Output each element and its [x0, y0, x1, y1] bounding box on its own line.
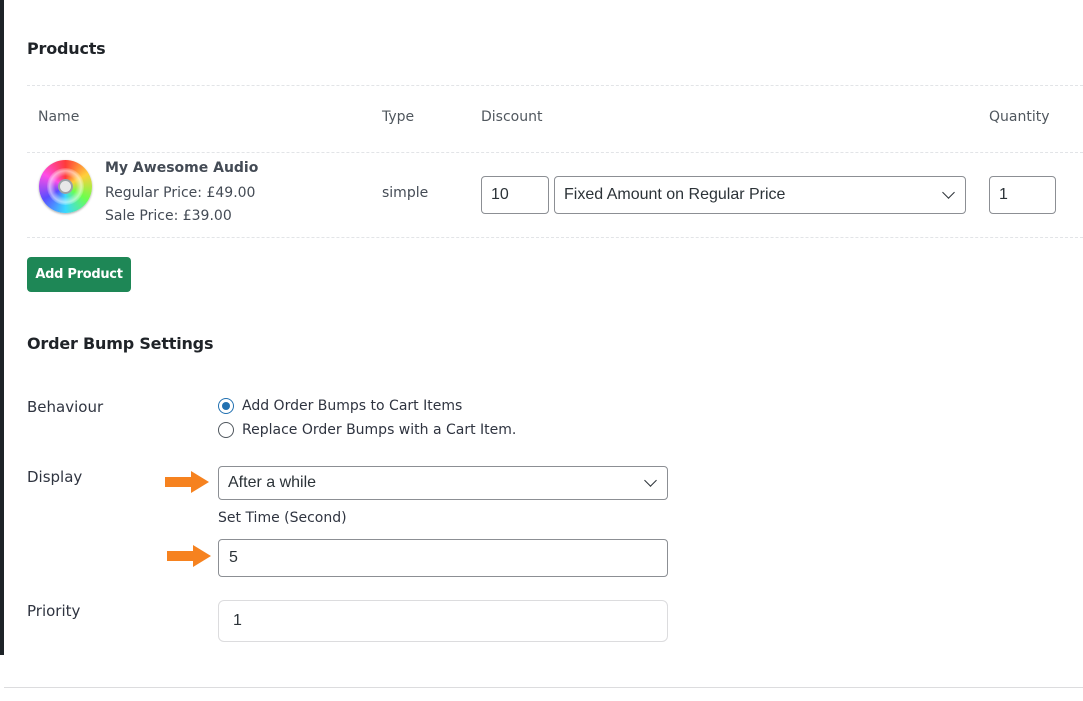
behaviour-label: Behaviour	[27, 398, 104, 416]
discount-type-value: Fixed Amount on Regular Price	[564, 186, 786, 203]
header-divider	[27, 152, 1083, 153]
arrow-right-icon	[165, 471, 209, 493]
product-name: My Awesome Audio	[105, 160, 259, 176]
table-top-divider	[27, 85, 1083, 86]
discount-type-select[interactable]: Fixed Amount on Regular Price	[554, 176, 966, 214]
discount-value: 10	[491, 186, 509, 203]
order-bump-section-title: Order Bump Settings	[27, 334, 214, 353]
display-select[interactable]: After a while	[218, 466, 668, 500]
table-bottom-divider	[27, 237, 1083, 238]
priority-value: 1	[233, 612, 242, 629]
priority-input[interactable]: 1	[218, 600, 668, 642]
left-edge-bar	[0, 0, 4, 701]
priority-label: Priority	[27, 602, 81, 620]
radio-label-add: Add Order Bumps to Cart Items	[242, 398, 463, 414]
display-label: Display	[27, 468, 83, 486]
set-time-input[interactable]: 5	[218, 539, 668, 577]
quantity-value: 1	[999, 186, 1008, 203]
product-type: simple	[382, 185, 429, 201]
set-time-label: Set Time (Second)	[218, 510, 347, 526]
products-section-title: Products	[27, 39, 106, 58]
column-header-type: Type	[382, 109, 415, 125]
radio-label-replace: Replace Order Bumps with a Cart Item.	[242, 422, 517, 438]
chevron-down-icon	[644, 474, 657, 487]
radio-replace-order-bumps[interactable]	[218, 422, 234, 438]
radio-add-order-bumps[interactable]	[218, 398, 234, 414]
column-header-quantity: Quantity	[989, 109, 1050, 125]
chevron-down-icon	[942, 186, 955, 199]
display-value: After a while	[228, 474, 317, 491]
discount-value-input[interactable]: 10	[481, 176, 549, 214]
column-header-discount: Discount	[481, 109, 543, 125]
set-time-value: 5	[229, 549, 238, 566]
regular-price: Regular Price: £49.00	[105, 185, 256, 201]
column-header-name: Name	[38, 109, 80, 125]
sale-price: Sale Price: £39.00	[105, 208, 232, 224]
cd-disc-icon	[39, 160, 92, 213]
quantity-input[interactable]: 1	[989, 176, 1056, 214]
arrow-right-icon	[167, 545, 211, 567]
bottom-divider	[4, 687, 1083, 688]
add-product-button[interactable]: Add Product	[27, 257, 131, 292]
